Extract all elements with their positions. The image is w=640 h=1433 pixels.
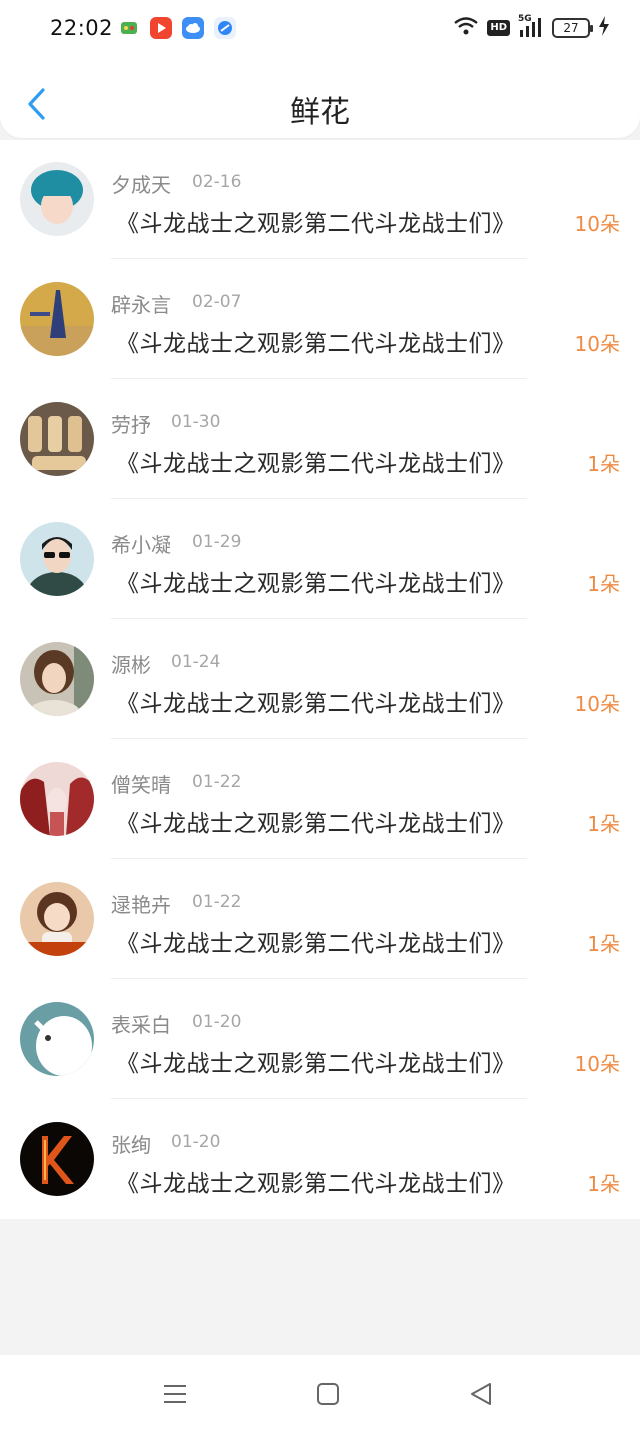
woman-portrait-avatar[interactable] [20, 642, 94, 716]
work-title[interactable]: 《斗龙战士之观影第二代斗龙战士们》 [116, 444, 516, 478]
work-title[interactable]: 《斗龙战士之观影第二代斗龙战士们》 [116, 564, 516, 598]
work-title[interactable]: 《斗龙战士之观影第二代斗龙战士们》 [116, 924, 516, 958]
divider [111, 858, 527, 859]
gift-date: 01-20 [171, 1132, 221, 1152]
list-item[interactable]: 表采白 01-20 《斗龙战士之观影第二代斗龙战士们》 10朵 [0, 980, 640, 1100]
divider [111, 738, 527, 739]
fire-k-avatar[interactable] [20, 1122, 94, 1196]
wifi-icon [453, 16, 479, 40]
divider [111, 498, 527, 499]
red-art-avatar[interactable] [20, 762, 94, 836]
user-name: 夕成天 [111, 173, 171, 197]
gift-date: 01-22 [192, 772, 242, 792]
flower-count: 10朵 [574, 212, 620, 236]
work-title[interactable]: 《斗龙战士之观影第二代斗龙战士们》 [116, 804, 516, 838]
sunglasses-man-avatar[interactable] [20, 522, 94, 596]
wood-blocks-avatar[interactable] [20, 402, 94, 476]
list-item[interactable]: 逯艳卉 01-22 《斗龙战士之观影第二代斗龙战士们》 1朵 [0, 860, 640, 980]
status-indicators: HD 5G 27 [453, 14, 610, 40]
signal-icon: 5G [518, 14, 544, 38]
user-name: 劳抒 [111, 413, 151, 437]
divider [111, 978, 527, 979]
user-name: 希小凝 [111, 533, 171, 557]
gift-date: 01-24 [171, 652, 221, 672]
gift-date: 01-29 [192, 532, 242, 552]
flower-count: 10朵 [574, 692, 620, 716]
list-item[interactable]: 夕成天 02-16 《斗龙战士之观影第二代斗龙战士们》 10朵 [0, 140, 640, 260]
gift-date: 02-16 [192, 172, 242, 192]
list-item[interactable]: 源彬 01-24 《斗龙战士之观影第二代斗龙战士们》 10朵 [0, 620, 640, 740]
home-button[interactable] [313, 1379, 343, 1409]
browser-app-icon [214, 17, 236, 39]
divider [111, 378, 527, 379]
gift-date: 01-20 [192, 1012, 242, 1032]
notification-icons [118, 17, 236, 39]
flower-gift-list: 夕成天 02-16 《斗龙战士之观影第二代斗龙战士们》 10朵 辟永言 02-0… [0, 140, 640, 1219]
tower-avatar[interactable] [20, 282, 94, 356]
flower-count: 1朵 [587, 572, 620, 596]
flower-count: 1朵 [587, 812, 620, 836]
list-item[interactable]: 僧笑晴 01-22 《斗龙战士之观影第二代斗龙战士们》 1朵 [0, 740, 640, 860]
page-title: 鲜花 [290, 95, 350, 130]
home-icon [317, 1383, 339, 1405]
blue-hair-avatar[interactable] [20, 162, 94, 236]
system-back-button[interactable] [466, 1379, 496, 1409]
hd-badge: HD [487, 20, 510, 36]
work-title[interactable]: 《斗龙战士之观影第二代斗龙战士们》 [116, 684, 516, 718]
user-name: 僧笑晴 [111, 773, 171, 797]
game-app-icon [118, 17, 140, 39]
back-triangle-icon [471, 1383, 491, 1405]
user-name: 逯艳卉 [111, 893, 171, 917]
list-item[interactable]: 希小凝 01-29 《斗龙战士之观影第二代斗龙战士们》 1朵 [0, 500, 640, 620]
status-time: 22:02 [50, 16, 114, 40]
work-title[interactable]: 《斗龙战士之观影第二代斗龙战士们》 [116, 204, 516, 238]
menu-icon [164, 1385, 186, 1403]
work-title[interactable]: 《斗龙战士之观影第二代斗龙战士们》 [116, 1164, 516, 1198]
flower-count: 10朵 [574, 332, 620, 356]
flower-count: 1朵 [587, 452, 620, 476]
network-type: 5G [518, 14, 532, 24]
work-title[interactable]: 《斗龙战士之观影第二代斗龙战士们》 [116, 324, 516, 358]
battery-level: 27 [563, 21, 579, 35]
list-item[interactable]: 劳抒 01-30 《斗龙战士之观影第二代斗龙战士们》 1朵 [0, 380, 640, 500]
flower-count: 1朵 [587, 1172, 620, 1196]
gift-date: 01-30 [171, 412, 221, 432]
menu-button[interactable] [160, 1379, 190, 1409]
charging-icon [598, 16, 610, 40]
status-bar: 22:02 HD 5G 27 [0, 0, 640, 58]
gift-date: 01-22 [192, 892, 242, 912]
white-animal-avatar[interactable] [20, 1002, 94, 1076]
list-item[interactable]: 辟永言 02-07 《斗龙战士之观影第二代斗龙战士们》 10朵 [0, 260, 640, 380]
user-name: 表采白 [111, 1013, 171, 1037]
battery-icon: 27 [552, 18, 593, 38]
cloud-app-icon [182, 17, 204, 39]
user-name: 辟永言 [111, 293, 171, 317]
nav-bar: 鲜花 [0, 70, 640, 136]
gift-date: 02-07 [192, 292, 242, 312]
user-name: 张绚 [111, 1133, 151, 1157]
child-avatar[interactable] [20, 882, 94, 956]
list-item[interactable]: 张绚 01-20 《斗龙战士之观影第二代斗龙战士们》 1朵 [0, 1100, 640, 1220]
flower-count: 1朵 [587, 932, 620, 956]
user-name: 源彬 [111, 653, 151, 677]
video-app-icon [150, 17, 172, 39]
header: 22:02 HD 5G 27 鲜花 [0, 0, 640, 138]
system-nav-bar [0, 1355, 640, 1433]
flower-count: 10朵 [574, 1052, 620, 1076]
flowers-page: 22:02 HD 5G 27 鲜花 夕成天 02-16 《斗龙战士之观影第二代斗… [0, 0, 640, 1433]
work-title[interactable]: 《斗龙战士之观影第二代斗龙战士们》 [116, 1044, 516, 1078]
divider [111, 618, 527, 619]
divider [111, 1098, 527, 1099]
divider [111, 258, 527, 259]
